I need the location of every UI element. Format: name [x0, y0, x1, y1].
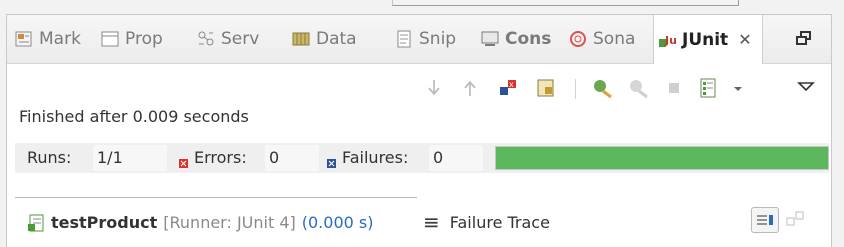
status-message: Finished after 0.009 seconds [19, 107, 249, 126]
tab-sonar[interactable]: Sona [569, 15, 635, 63]
tab-console[interactable]: Cons [481, 15, 551, 63]
restore-icon[interactable] [793, 29, 815, 49]
failure-icon [327, 153, 336, 168]
tab-servers[interactable]: Serv [197, 15, 259, 63]
test-tree-item[interactable]: testProduct [Runner: JUnit 4] (0.000 s) [27, 213, 373, 232]
progress-bar [495, 146, 829, 170]
failure-trace-label: Failure Trace [449, 212, 550, 232]
tab-label: JUnit [682, 29, 729, 50]
tab-junit[interactable]: Ju JUnit ✕ [653, 15, 763, 64]
rerun-failures-first-icon[interactable] [627, 77, 649, 99]
console-icon [481, 30, 499, 48]
tab-label: Prop [125, 29, 163, 49]
errors-value: 0 [265, 145, 319, 171]
results-area: testProduct [Runner: JUnit 4] (0.000 s) … [7, 193, 831, 247]
scroll-lock-icon[interactable] [535, 77, 557, 99]
tab-data-source[interactable]: Data [292, 15, 357, 63]
progress-fill [496, 147, 828, 169]
tab-label: Cons [505, 29, 552, 49]
tab-label: Mark [39, 29, 81, 49]
test-name: testProduct [51, 213, 158, 232]
failure-trace-pane: ≡ Failure Trace [423, 197, 823, 247]
svg-text:Ju: Ju [664, 34, 676, 47]
test-tree: testProduct [Runner: JUnit 4] (0.000 s) [15, 197, 417, 247]
tab-markers[interactable]: Mark [15, 15, 81, 63]
junit-icon: Ju [658, 31, 677, 49]
filter-stack-trace-button[interactable] [751, 207, 779, 233]
errors-counter: Errors: [179, 148, 247, 168]
test-runner: [Runner: JUnit 4] [163, 213, 296, 232]
test-passed-icon [27, 214, 45, 232]
counter-panel: Runs: 1/1 Errors: 0 Failures: 0 [15, 143, 829, 173]
tab-properties[interactable]: Prop [101, 15, 163, 63]
servers-icon [197, 30, 215, 48]
data-source-icon [292, 30, 310, 48]
sonar-icon [569, 30, 587, 48]
view-menu-icon[interactable] [795, 77, 817, 99]
test-run-history-icon[interactable] [697, 77, 719, 99]
failures-counter: Failures: [327, 148, 409, 168]
snippets-icon [395, 30, 413, 48]
stop-icon[interactable] [663, 77, 685, 99]
failure-trace-icon: ≡ [423, 210, 440, 234]
errors-label: Errors: [194, 148, 247, 167]
error-icon [179, 153, 188, 168]
rerun-test-icon[interactable] [591, 77, 613, 99]
junit-toolbar: x [7, 73, 831, 103]
markers-icon [15, 30, 33, 48]
failures-label: Failures: [342, 148, 409, 167]
tab-snippets[interactable]: Snip [395, 15, 456, 63]
junit-view: Mark Prop Serv Data Snip Cons Sona Ju JU… [6, 14, 832, 247]
svg-text:x: x [509, 80, 514, 89]
window-top-edge [0, 0, 844, 14]
runs-value: 1/1 [93, 145, 167, 171]
history-dropdown-icon[interactable] [727, 77, 749, 99]
compare-result-icon[interactable] [785, 209, 805, 229]
tab-label: Data [316, 29, 357, 49]
editor-edge [392, 0, 739, 6]
toolbar-separator [575, 79, 576, 99]
previous-failure-icon[interactable] [459, 77, 481, 99]
tab-label: Snip [419, 29, 457, 49]
failures-value: 0 [429, 145, 483, 171]
test-time: (0.000 s) [301, 213, 374, 232]
tab-label: Sona [593, 29, 636, 49]
runs-label: Runs: [27, 148, 72, 167]
show-failures-only-icon[interactable]: x [497, 77, 519, 99]
close-icon[interactable]: ✕ [738, 30, 751, 49]
view-tab-bar: Mark Prop Serv Data Snip Cons Sona Ju JU… [7, 15, 831, 64]
next-failure-icon[interactable] [423, 77, 445, 99]
properties-icon [101, 30, 119, 48]
tab-label: Serv [221, 29, 260, 49]
